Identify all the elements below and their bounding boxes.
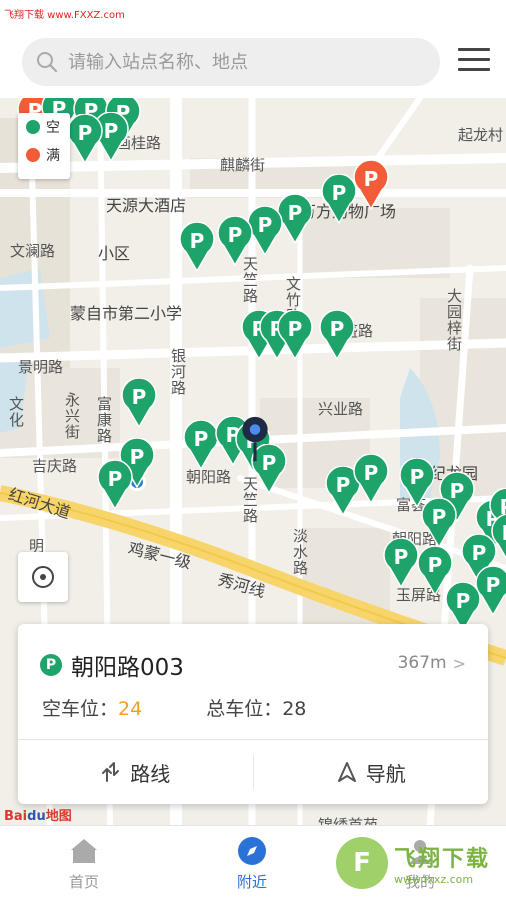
menu-icon [458,48,490,51]
svg-text:P: P [364,461,379,485]
total-spaces: 总车位：28 [206,694,306,721]
svg-text:P: P [332,181,347,205]
free-spaces-value: 24 [118,698,143,720]
svg-text:P: P [336,473,351,497]
svg-text:P: P [330,317,345,341]
compass-icon [237,836,267,866]
parking-pin-available[interactable]: P [320,174,358,224]
legend-empty-dot [26,120,40,134]
svg-text:P: P [258,213,273,237]
home-icon [69,836,99,866]
map-label: 麒麟街 [220,156,266,174]
parking-pin-available[interactable]: P [120,378,158,428]
parking-pin-available[interactable]: P [66,114,104,164]
svg-text:P: P [364,167,379,191]
legend-full: 满 [18,141,70,169]
svg-text:P: P [502,521,506,545]
parking-pin-available[interactable]: P [276,310,314,360]
parking-pin-available[interactable]: P [216,216,254,266]
map-label: 永兴街 [63,392,81,440]
map-label: 兴业路 [318,400,364,418]
station-distance[interactable]: 367m > [398,653,466,673]
legend-empty: 空 [18,113,70,141]
total-spaces-label: 总车位： [206,698,283,720]
svg-text:P: P [194,427,209,451]
map-label: 起龙村 [458,126,504,144]
tab-nearby-label: 附近 [236,873,267,891]
site-logo-icon: F [336,837,388,889]
svg-text:P: P [78,121,93,145]
selected-location-marker[interactable] [236,414,272,462]
svg-text:P: P [428,553,443,577]
parking-icon: P [40,654,62,676]
total-spaces-value: 28 [282,698,307,720]
search-box[interactable] [22,38,440,86]
tab-nearby[interactable]: 附近 [168,826,336,900]
navigate-label: 导航 [365,761,406,786]
svg-text:P: P [288,317,303,341]
map-label: 淡水路 [291,528,309,576]
map-label: 景明路 [18,358,64,376]
free-spaces-label: 空车位： [42,698,119,720]
svg-text:P: P [190,229,205,253]
route-icon [102,762,120,782]
map-legend: 空 满 [18,113,70,179]
svg-text:P: P [472,541,487,565]
menu-button[interactable] [458,48,490,74]
tab-home-label: 首页 [68,873,99,891]
parking-pin-available[interactable]: P [178,222,216,272]
map-label: 吉庆路 [32,457,78,475]
station-info-card[interactable]: P 朝阳路003 367m > 空车位：24 总车位：28 路线 导航 [18,624,488,804]
route-label: 路线 [130,761,171,786]
route-button[interactable]: 路线 [18,740,253,804]
locate-button[interactable] [18,552,68,602]
watermark-text: 飞翔下载 www.FXXZ.com [4,10,125,21]
svg-text:P: P [456,589,471,613]
map-label: 文澜路 [10,242,56,260]
navigation-arrow-icon [337,762,356,782]
svg-text:P: P [394,545,409,569]
parking-pin-available[interactable]: P [382,538,420,588]
station-header: P 朝阳路003 [40,648,184,682]
svg-text:P: P [432,505,447,529]
card-actions: 路线 导航 [18,740,488,804]
svg-text:P: P [288,201,303,225]
map-label: 蒙自市第二小学 [70,304,183,323]
tab-home[interactable]: 首页 [0,826,168,900]
search-input[interactable] [68,51,398,73]
search-icon [37,52,58,73]
svg-text:P: P [108,467,123,491]
map-label: 大园梓街 [445,288,463,352]
svg-text:P: P [132,385,147,409]
station-name: 朝阳路003 [71,655,184,681]
chevron-right-icon: > [452,653,466,673]
locate-icon [32,566,54,588]
svg-text:P: P [410,465,425,489]
baidu-map-logo: Baidu地图 [4,809,72,824]
svg-text:P: P [486,573,501,597]
legend-empty-label: 空 [46,120,60,136]
svg-text:P: P [228,223,243,247]
parking-pin-available[interactable]: P [96,460,134,510]
site-watermark-badge: F 飞翔下载 www.fxxz.com [336,832,504,894]
station-stats: 空车位：24 总车位：28 [42,694,370,721]
top-bar [0,25,506,98]
parking-pin-available[interactable]: P [352,454,390,504]
site-url: www.fxxz.com [394,872,474,886]
site-title: 飞翔下载 [394,846,491,872]
svg-text:P: P [104,119,119,143]
map-label: 锦绣首苑 [318,816,379,825]
legend-full-label: 满 [46,148,60,164]
map-label: 天源大酒店 [106,196,187,215]
map-label: 小区 [98,244,131,263]
parking-pin-available[interactable]: P [420,498,458,548]
distance-value: 367m [397,653,447,673]
navigate-button[interactable]: 导航 [254,740,489,804]
legend-full-dot [26,148,40,162]
map-label: 富康路 [95,396,113,444]
map-label: 文化 [7,396,25,428]
free-spaces: 空车位：24 [42,694,142,721]
parking-pin-available[interactable]: P [318,310,356,360]
map-label: 银河路 [169,348,187,396]
